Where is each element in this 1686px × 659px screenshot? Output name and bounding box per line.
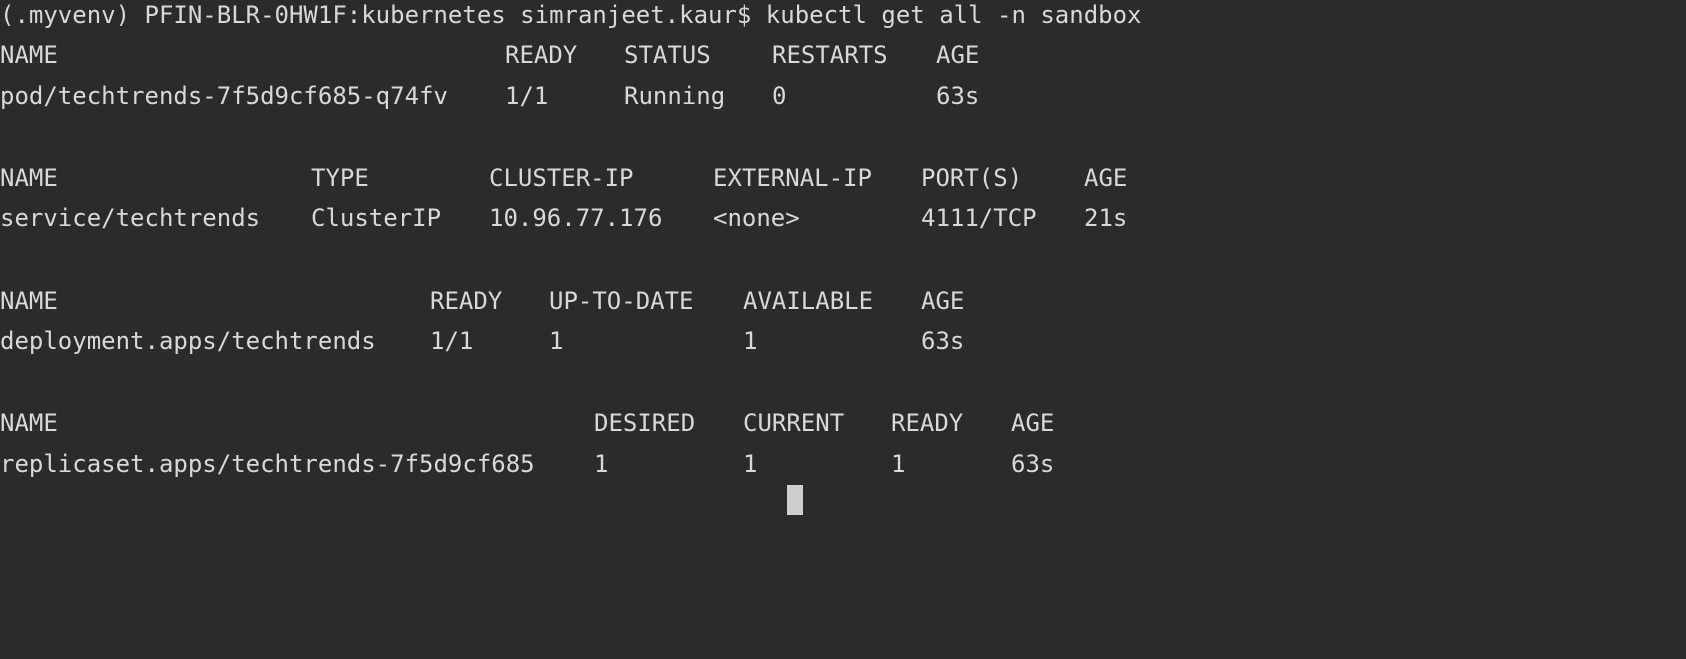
services-header-row: NAME TYPE CLUSTER-IP EXTERNAL-IP PORT(S)… xyxy=(0,163,1127,193)
pod-restarts: 0 xyxy=(772,82,787,110)
service-row: service/techtrends ClusterIP 10.96.77.17… xyxy=(0,203,1127,233)
command-prompt-line: (.myvenv) PFIN-BLR-0HW1F:kubernetes simr… xyxy=(0,1,1142,29)
service-name: service/techtrends xyxy=(0,204,261,232)
deployment-available: 1 xyxy=(743,327,758,355)
terminal-window[interactable]: (.myvenv) PFIN-BLR-0HW1F:kubernetes simr… xyxy=(0,0,1686,532)
replicasets-col-name: NAME xyxy=(0,409,58,437)
services-col-type: TYPE xyxy=(311,164,369,192)
replicaset-ready: 1 xyxy=(891,450,906,478)
deployment-age: 63s xyxy=(921,327,965,355)
replicasets-header-row: NAME DESIRED CURRENT READY AGE xyxy=(0,408,1054,438)
pods-col-ready: READY xyxy=(505,41,578,69)
replicasets-col-desired: DESIRED xyxy=(594,409,696,437)
terminal-cursor xyxy=(787,485,803,515)
deployments-header-row: NAME READY UP-TO-DATE AVAILABLE AGE xyxy=(0,286,964,316)
service-cluster-ip: 10.96.77.176 xyxy=(489,204,663,232)
pods-col-name: NAME xyxy=(0,41,58,69)
pods-col-restarts: RESTARTS xyxy=(772,41,888,69)
deployment-up-to-date: 1 xyxy=(549,327,564,355)
pod-ready: 1/1 xyxy=(505,82,549,110)
replicasets-col-ready: READY xyxy=(891,409,964,437)
deployments-col-available: AVAILABLE xyxy=(743,287,874,315)
pod-age: 63s xyxy=(936,82,980,110)
services-col-ports: PORT(S) xyxy=(921,164,1023,192)
replicaset-name: replicaset.apps/techtrends-7f5d9cf685 xyxy=(0,450,535,478)
replicaset-age: 63s xyxy=(1011,450,1055,478)
deployments-col-age: AGE xyxy=(921,287,965,315)
replicasets-col-current: CURRENT xyxy=(743,409,845,437)
services-col-cluster-ip: CLUSTER-IP xyxy=(489,164,634,192)
deployments-col-name: NAME xyxy=(0,287,58,315)
deployment-ready: 1/1 xyxy=(430,327,474,355)
replicaset-current: 1 xyxy=(743,450,758,478)
services-col-external-ip: EXTERNAL-IP xyxy=(713,164,872,192)
service-external-ip: <none> xyxy=(713,204,800,232)
services-col-age: AGE xyxy=(1084,164,1128,192)
deployment-name: deployment.apps/techtrends xyxy=(0,327,376,355)
deployments-col-up-to-date: UP-TO-DATE xyxy=(549,287,694,315)
replicasets-col-age: AGE xyxy=(1011,409,1055,437)
service-ports: 4111/TCP xyxy=(921,204,1037,232)
deployment-row: deployment.apps/techtrends 1/1 1 1 63s xyxy=(0,326,964,356)
pods-col-status: STATUS xyxy=(624,41,711,69)
replicaset-row: replicaset.apps/techtrends-7f5d9cf685 1 … xyxy=(0,449,1054,479)
deployments-col-ready: READY xyxy=(430,287,503,315)
services-col-name: NAME xyxy=(0,164,58,192)
service-type: ClusterIP xyxy=(311,204,442,232)
pods-col-age: AGE xyxy=(936,41,980,69)
pod-status: Running xyxy=(624,82,726,110)
service-age: 21s xyxy=(1084,204,1128,232)
pod-name: pod/techtrends-7f5d9cf685-q74fv xyxy=(0,82,448,110)
pod-row: pod/techtrends-7f5d9cf685-q74fv 1/1 Runn… xyxy=(0,81,979,111)
replicaset-desired: 1 xyxy=(594,450,609,478)
pods-header-row: NAME READY STATUS RESTARTS AGE xyxy=(0,40,979,70)
